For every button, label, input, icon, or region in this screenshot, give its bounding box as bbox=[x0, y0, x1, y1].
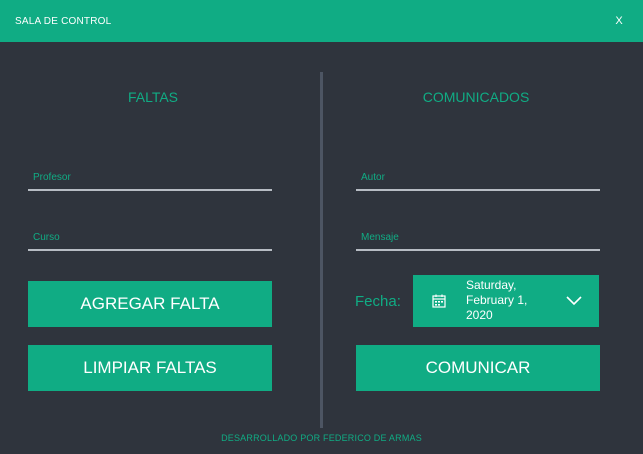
autor-field[interactable] bbox=[356, 165, 600, 191]
date-year: 2020 bbox=[466, 308, 493, 322]
mensaje-field[interactable] bbox=[356, 225, 600, 251]
close-button[interactable]: X bbox=[610, 11, 628, 31]
faltas-title: FALTAS bbox=[127, 89, 179, 105]
profesor-input[interactable] bbox=[28, 165, 272, 189]
date-picker[interactable]: Saturday, February 1, 2020 bbox=[413, 275, 599, 327]
mensaje-input[interactable] bbox=[356, 225, 600, 249]
footer-credit: DESARROLLADO POR FEDERICO DE ARMAS bbox=[221, 433, 422, 443]
window-title: SALA DE CONTROL bbox=[15, 16, 112, 27]
title-bar: SALA DE CONTROL X bbox=[0, 0, 643, 42]
curso-input[interactable] bbox=[28, 225, 272, 249]
date-weekday: Saturday, bbox=[466, 278, 517, 292]
date-month-day: February 1, bbox=[466, 293, 528, 307]
section-divider bbox=[320, 72, 323, 428]
selected-date: Saturday, February 1, 2020 bbox=[466, 278, 566, 323]
comunicados-title: COMUNICADOS bbox=[422, 89, 530, 105]
autor-input[interactable] bbox=[356, 165, 600, 189]
curso-field[interactable] bbox=[28, 225, 272, 251]
agregar-falta-button[interactable]: AGREGAR FALTA bbox=[28, 281, 272, 327]
fecha-label: Fecha: bbox=[355, 293, 401, 310]
profesor-field[interactable] bbox=[28, 165, 272, 191]
limpiar-faltas-button[interactable]: LIMPIAR FALTAS bbox=[28, 345, 272, 391]
comunicar-button[interactable]: COMUNICAR bbox=[356, 345, 600, 391]
calendar-icon bbox=[432, 294, 446, 308]
chevron-down-icon[interactable] bbox=[565, 295, 583, 307]
